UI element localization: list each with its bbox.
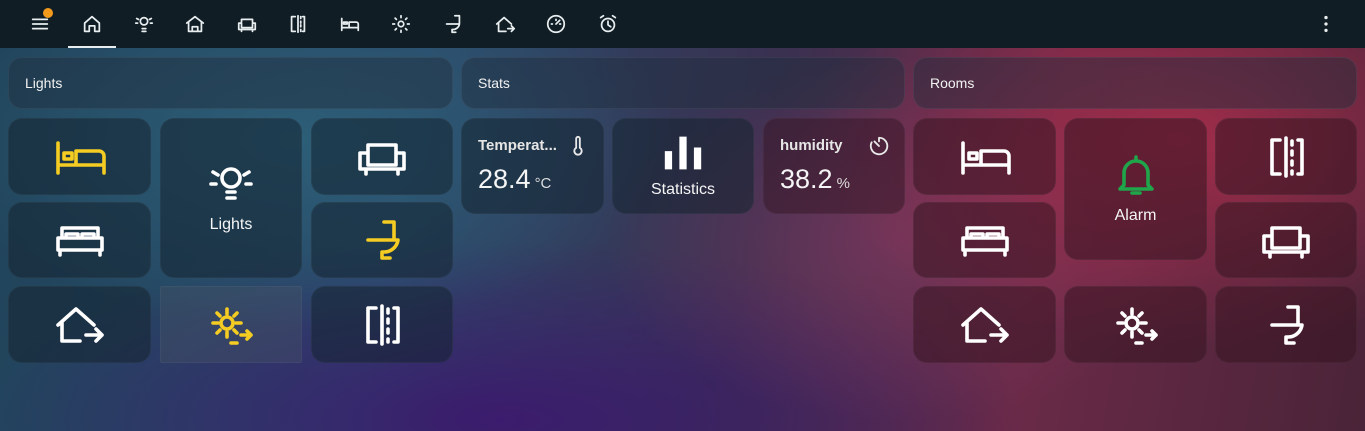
temperature-reading: 28.4 °C — [478, 164, 587, 195]
thermometer-icon — [567, 135, 589, 157]
guest-room-tile[interactable] — [913, 202, 1056, 278]
rooms-section-title: Rooms — [930, 75, 975, 91]
home-export-icon — [495, 16, 516, 33]
chart-bar-icon — [664, 136, 702, 170]
bed-icon — [55, 140, 106, 175]
living-room-light-tile[interactable] — [311, 118, 453, 195]
temperature-unit: °C — [534, 175, 552, 192]
gauge-icon — [546, 14, 566, 34]
humidity-name: humidity — [780, 137, 843, 154]
tab-doors[interactable] — [273, 0, 323, 48]
tab-living-room[interactable] — [222, 0, 272, 48]
gear-sync-icon — [1115, 306, 1158, 345]
bedroom-light-tile[interactable] — [8, 118, 151, 195]
away-light-tile[interactable] — [8, 286, 151, 363]
sofa-icon — [237, 18, 257, 33]
door-open-icon — [366, 303, 400, 346]
settings-room-tile[interactable] — [1064, 286, 1207, 363]
away-room-tile[interactable] — [913, 286, 1056, 363]
bell-icon — [1117, 155, 1154, 195]
alarm-label: Alarm — [1114, 207, 1157, 224]
home-export-icon — [55, 306, 104, 343]
humidity-sensor-card[interactable]: humidity 38.2% — [763, 118, 905, 214]
tab-alarm[interactable] — [583, 0, 633, 48]
lights-section-header: Lights — [8, 57, 453, 109]
dots-vertical-icon — [1324, 15, 1328, 33]
temperature-name: Temperat... — [478, 137, 557, 154]
home-export-icon — [960, 306, 1009, 343]
gear-icon — [391, 14, 411, 34]
rooms-section-header: Rooms — [913, 57, 1357, 109]
bed-icon — [340, 17, 360, 32]
alarm-clock-icon — [599, 14, 617, 33]
temperature-sensor-card[interactable]: Temperat... 28.4 °C — [461, 118, 604, 214]
lightbulb-group-icon — [209, 167, 253, 200]
door-open-icon — [1270, 135, 1304, 178]
door-open-icon — [290, 14, 306, 34]
tab-home[interactable] — [67, 0, 117, 48]
tab-settings[interactable] — [376, 0, 426, 48]
timer-icon — [868, 135, 890, 157]
sofa-icon — [1262, 226, 1310, 259]
bedroom-room-tile[interactable] — [913, 118, 1056, 195]
bed-double-icon — [960, 226, 1009, 257]
door-light-tile[interactable] — [311, 286, 453, 363]
toilet-icon — [366, 220, 400, 260]
bathroom-light-tile[interactable] — [311, 202, 453, 278]
sofa-icon — [358, 142, 406, 176]
toilet-icon — [1270, 304, 1304, 345]
gear-sync-icon — [211, 306, 253, 345]
humidity-value: 38.2 — [780, 164, 833, 194]
tab-lights[interactable] — [119, 0, 169, 48]
humidity-reading: 38.2% — [780, 164, 888, 195]
lights-group-tile[interactable]: Lights — [160, 118, 302, 278]
alarm-tile[interactable]: Alarm — [1064, 118, 1207, 260]
temperature-value: 28.4 — [478, 164, 531, 194]
stats-section-header: Stats — [461, 57, 905, 109]
lightbulb-group-icon — [134, 16, 154, 33]
top-toolbar — [0, 0, 1365, 48]
menu-button[interactable] — [15, 0, 65, 48]
living-room-tile[interactable] — [1215, 202, 1357, 278]
lights-section-title: Lights — [25, 75, 63, 91]
stats-section-title: Stats — [478, 75, 510, 91]
lights-tile-label: Lights — [209, 216, 253, 233]
tab-away[interactable] — [480, 0, 530, 48]
settings-light-tile[interactable] — [160, 286, 302, 363]
tab-dashboard[interactable] — [531, 0, 581, 48]
humidity-unit: % — [836, 175, 850, 192]
tab-house[interactable] — [170, 0, 220, 48]
statistics-label: Statistics — [650, 181, 715, 198]
tab-bathroom[interactable] — [428, 0, 478, 48]
overflow-menu-button[interactable] — [1301, 0, 1351, 48]
tab-bedroom[interactable] — [325, 0, 375, 48]
bathroom-room-tile[interactable] — [1215, 286, 1357, 363]
house-icon — [185, 15, 205, 33]
statistics-tile[interactable]: Statistics — [612, 118, 754, 214]
door-room-tile[interactable] — [1215, 118, 1357, 195]
notification-badge — [43, 8, 53, 18]
toilet-icon — [445, 14, 461, 34]
guest-bed-light-tile[interactable] — [8, 202, 151, 278]
home-icon — [83, 15, 101, 33]
bed-icon — [960, 140, 1011, 175]
bed-double-icon — [55, 226, 104, 257]
